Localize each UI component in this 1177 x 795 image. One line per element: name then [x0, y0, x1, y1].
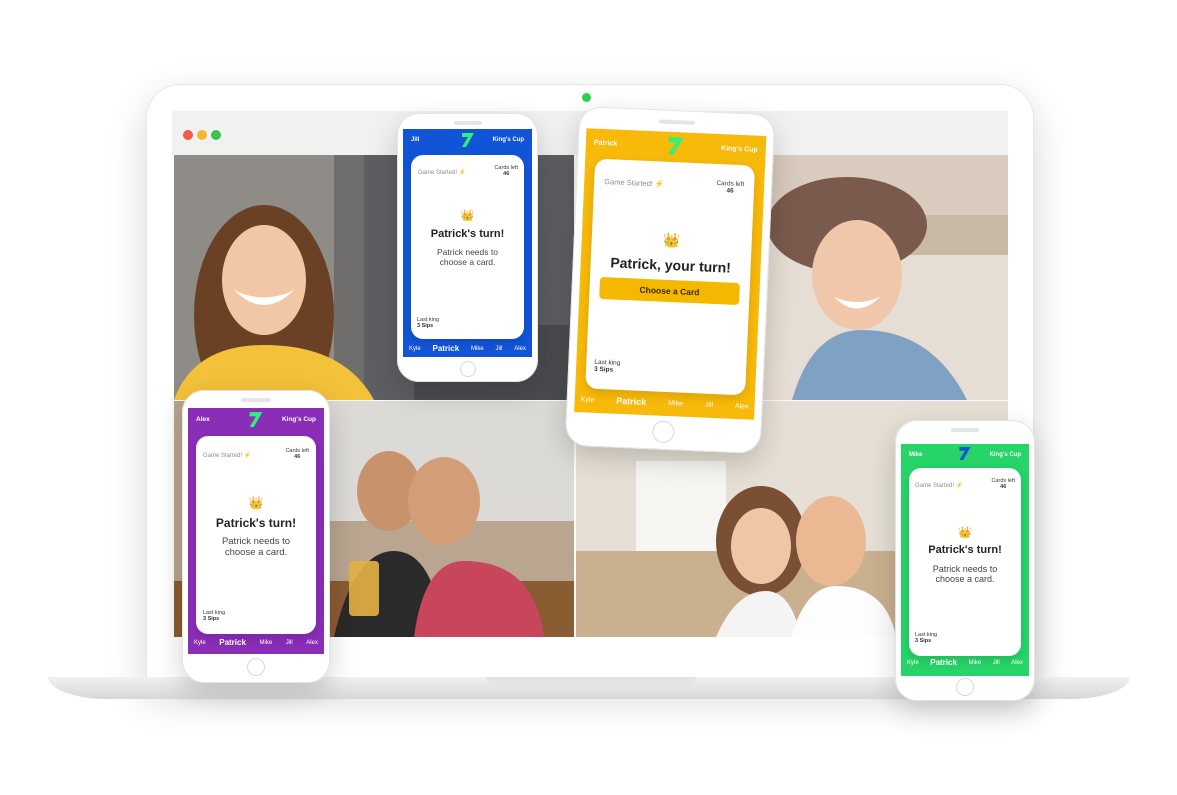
player-list: Kyle Patrick Mike Jill Alex [194, 638, 318, 647]
player-name: Kyle [907, 659, 919, 666]
app-screen-patrick: Patrick King's Cup Game Started! ⚡ Cards… [574, 128, 767, 420]
player-name: Mike [259, 639, 273, 646]
phone-alex: Alex King's Cup Game Started! ⚡ Cards le… [182, 390, 330, 683]
current-user-label: Jill [411, 137, 420, 143]
turn-heading: Patrick's turn! [928, 544, 1002, 556]
app-logo-icon [249, 412, 263, 427]
phone-speaker [951, 428, 979, 432]
player-name: Mike [470, 345, 484, 352]
crown-icon: 👑 [460, 210, 475, 222]
app-screen-jill: Jill King's Cup Game Started! ⚡ Cards le… [403, 129, 532, 357]
webcam-indicator [582, 93, 591, 102]
player-name: Mike [968, 659, 982, 666]
turn-message: Patrick needs to choose a card. [437, 247, 498, 267]
player-list: Kyle Patrick Mike Jill Alex [409, 344, 526, 353]
game-name-label: King's Cup [989, 452, 1021, 458]
player-name: Jill [704, 401, 714, 409]
game-card: Game Started! ⚡ Cards left 46 👑 Patrick'… [196, 436, 316, 634]
phone-speaker [453, 121, 482, 125]
app-logo-icon [461, 133, 474, 147]
home-button[interactable] [956, 678, 974, 696]
player-name: Alex [514, 345, 526, 352]
cards-left-counter: Cards left 46 [991, 478, 1015, 490]
player-name: Kyle [194, 639, 206, 646]
last-king-info: Last king 3 Sips [915, 632, 938, 644]
player-name-active: Patrick [930, 658, 957, 667]
current-user-label: Patrick [593, 139, 618, 148]
current-user-label: Alex [196, 416, 210, 423]
window-minimize-dot[interactable] [197, 130, 207, 140]
player-name-active: Patrick [616, 395, 647, 408]
video-tile-hat-man [752, 155, 1008, 400]
player-name: Alex [1011, 659, 1023, 666]
turn-heading: Patrick, your turn! [610, 254, 732, 276]
game-name-label: King's Cup [720, 145, 758, 154]
choose-card-button[interactable]: Choose a Card [599, 276, 740, 306]
turn-heading: Patrick's turn! [430, 228, 505, 240]
app-logo-icon [959, 447, 971, 460]
game-status-text: Game Started! ⚡ [604, 177, 665, 189]
phone-mike: Mike King's Cup Game Started! ⚡ Cards le… [895, 420, 1035, 701]
player-name: Mike [668, 399, 684, 408]
current-user-label: Mike [909, 452, 923, 458]
player-list: Kyle Patrick Mike Jill Alex [907, 658, 1023, 667]
player-name: Jill [992, 659, 1000, 666]
turn-message: Patrick needs to choose a card. [932, 564, 998, 584]
laptop-base-notch [486, 677, 696, 685]
game-name-label: King's Cup [281, 416, 316, 423]
player-name: Kyle [580, 395, 595, 404]
crown-icon: 👑 [248, 496, 264, 510]
crown-icon: 👑 [958, 527, 972, 539]
phone-speaker [241, 398, 271, 402]
last-king-info: Last king 3 Sips [203, 610, 226, 622]
player-name: Jill [495, 345, 503, 352]
window-maximize-dot[interactable] [211, 130, 221, 140]
game-card: Game Started! ⚡ Cards left 46 👑 Patrick,… [585, 158, 756, 396]
home-button[interactable] [459, 361, 476, 377]
player-name: Kyle [409, 345, 421, 352]
cards-left-counter: Cards left 46 [494, 165, 518, 177]
player-name: Alex [306, 639, 318, 646]
player-name: Jill [285, 639, 293, 646]
phone-speaker [658, 119, 695, 125]
player-name-active: Patrick [219, 638, 246, 647]
cards-left-counter: Cards left 46 [716, 179, 745, 195]
last-king-info: Last king 3 Sips [417, 317, 440, 329]
game-card: Game Started! ⚡ Cards left 46 👑 Patrick'… [411, 155, 524, 339]
game-card: Game Started! ⚡ Cards left 46 👑 Patrick'… [909, 468, 1021, 656]
home-button[interactable] [247, 658, 265, 676]
game-status-text: Game Started! ⚡ [915, 483, 964, 489]
home-button[interactable] [651, 420, 675, 444]
cards-left-counter: Cards left 46 [285, 448, 309, 460]
player-name: Alex [734, 402, 749, 411]
phone-patrick: Patrick King's Cup Game Started! ⚡ Cards… [564, 105, 776, 455]
app-screen-alex: Alex King's Cup Game Started! ⚡ Cards le… [188, 408, 324, 654]
app-logo-icon [667, 137, 684, 155]
last-king-info: Last king 3 Sips [593, 358, 621, 374]
window-close-dot[interactable] [183, 130, 193, 140]
game-status-text: Game Started! ⚡ [203, 453, 252, 459]
player-list: Kyle Patrick Mike Jill Alex [580, 394, 749, 411]
game-status-text: Game Started! ⚡ [418, 170, 467, 176]
crown-icon: 👑 [662, 231, 681, 249]
game-name-label: King's Cup [492, 137, 524, 143]
turn-heading: Patrick's turn! [215, 516, 297, 530]
player-name-active: Patrick [432, 344, 460, 353]
turn-message: Patrick needs to choose a card. [221, 536, 291, 558]
phone-jill: Jill King's Cup Game Started! ⚡ Cards le… [397, 113, 538, 382]
app-screen-mike: Mike King's Cup Game Started! ⚡ Cards le… [901, 444, 1029, 676]
